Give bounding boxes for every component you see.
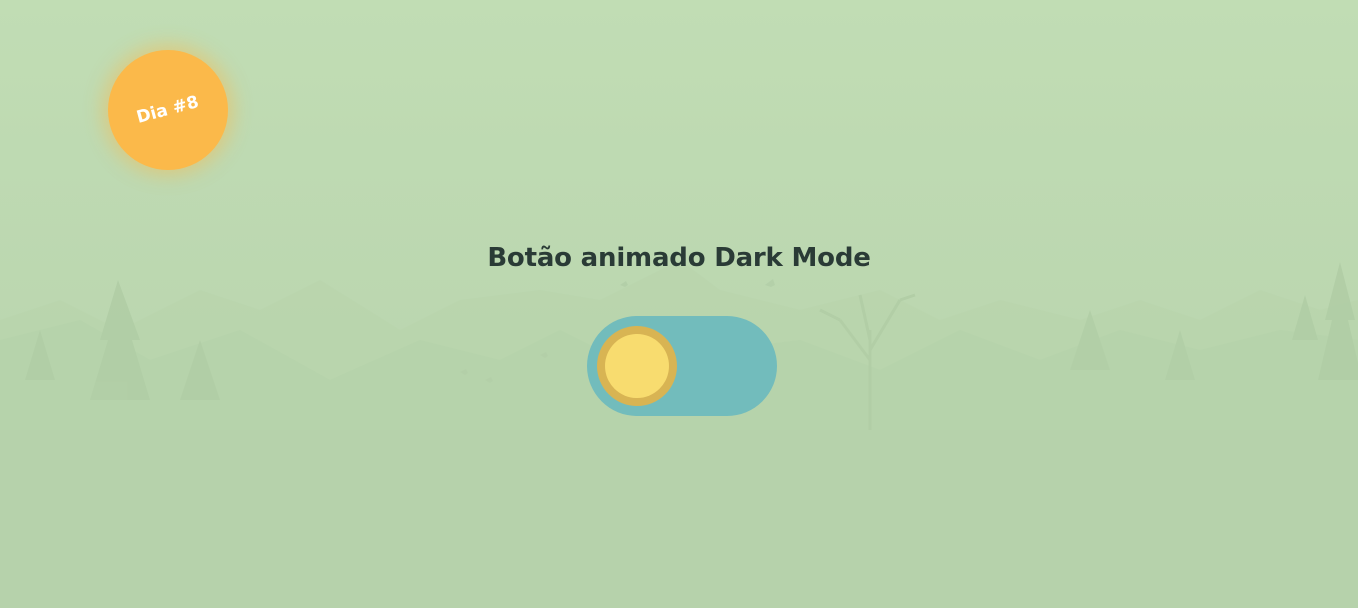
sun-icon <box>597 326 677 406</box>
dark-mode-toggle[interactable] <box>587 316 777 416</box>
day-badge: Dia #8 <box>108 50 228 170</box>
page-title: Botão animado Dark Mode <box>487 243 871 273</box>
day-badge-label: Dia #8 <box>134 92 202 128</box>
sun-core <box>605 334 669 398</box>
